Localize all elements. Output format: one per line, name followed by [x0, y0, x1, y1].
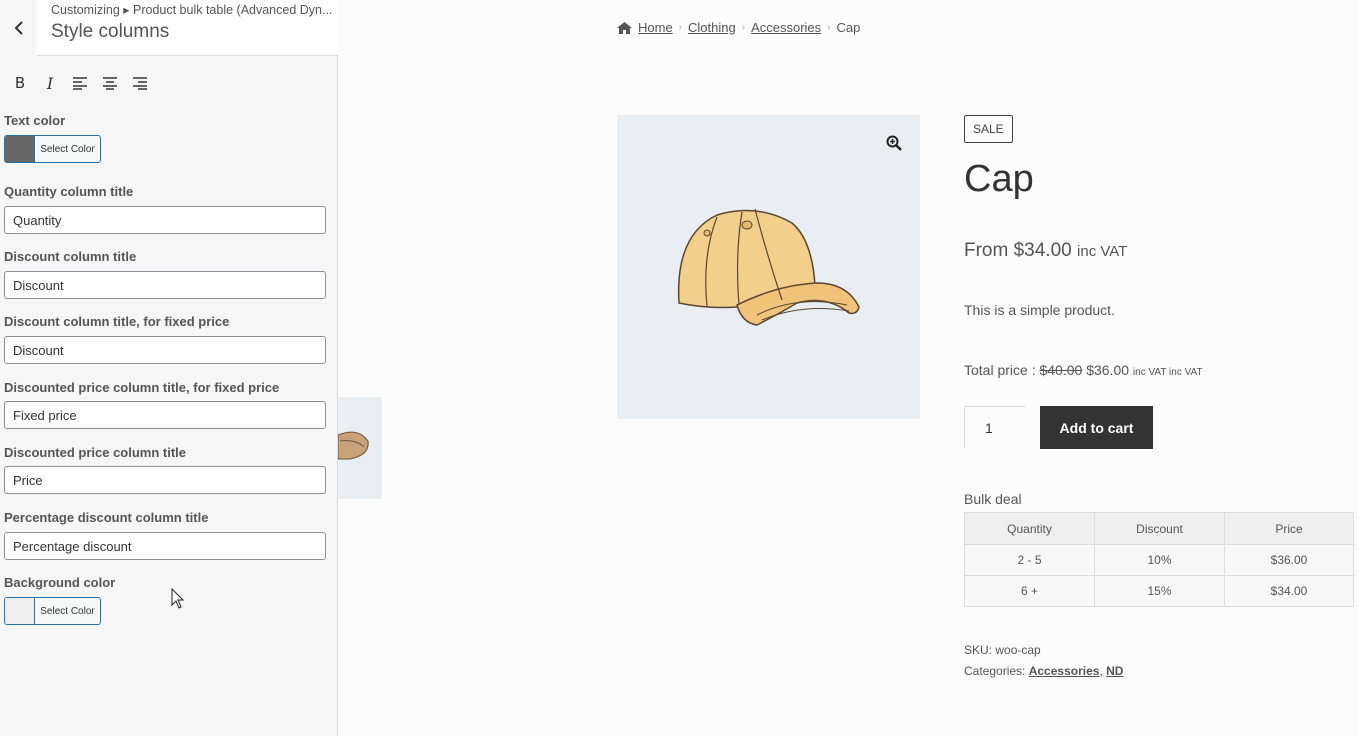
text-color-label: Text color	[4, 113, 66, 128]
sku-label: SKU:	[964, 643, 993, 657]
price-prefix: From	[964, 240, 1009, 261]
bold-icon: B	[14, 74, 26, 92]
bulk-cell-quantity: 2 - 5	[964, 544, 1095, 576]
table-row: 2 - 5 10% $36.00	[964, 544, 1354, 576]
discount-fixed-title-label: Discount column title, for fixed price	[4, 314, 230, 329]
bulk-cell-discount: 10%	[1094, 544, 1225, 576]
align-left-icon	[73, 77, 87, 90]
sidebar-header: Customizing ▸ Product bulk table (Advanc…	[0, 0, 338, 56]
align-center-icon	[103, 77, 117, 90]
bulk-table-header-row: Quantity Discount Price	[964, 512, 1354, 545]
back-button[interactable]	[0, 0, 38, 55]
bulk-cell-discount: 15%	[1094, 575, 1225, 607]
price-suffix: inc VAT	[1077, 243, 1128, 260]
discount-title-input[interactable]	[4, 271, 326, 299]
table-row: 6 + 15% $34.00	[964, 575, 1354, 607]
product-categories: Categories: Accessories, ND	[964, 664, 1124, 678]
breadcrumb-current: Cap	[836, 20, 861, 35]
discount-fixed-title-input[interactable]	[4, 336, 326, 364]
total-old-price: $40.00	[1039, 362, 1083, 378]
zoom-button[interactable]	[886, 135, 902, 156]
breadcrumb-home-link[interactable]: Home	[638, 20, 673, 35]
bulk-header-price: Price	[1224, 512, 1354, 545]
percentage-title-label: Percentage discount column title	[4, 510, 209, 525]
bulk-cell-quantity: 6 +	[964, 575, 1095, 607]
background-color-swatch	[5, 598, 35, 624]
bold-button[interactable]: B	[10, 72, 30, 94]
product-image[interactable]	[617, 115, 920, 419]
align-center-button[interactable]	[100, 72, 120, 94]
categories-label: Categories:	[964, 664, 1026, 678]
bulk-cell-price: $36.00	[1224, 544, 1354, 576]
cap-image	[677, 208, 860, 326]
total-suffix: inc VAT inc VAT	[1132, 367, 1203, 378]
gallery-thumbnail[interactable]	[338, 397, 382, 499]
quantity-input[interactable]	[964, 406, 1026, 448]
fixed-price-title-label: Discounted price column title, for fixed…	[4, 380, 280, 395]
total-label: Total price :	[964, 362, 1036, 378]
bulk-header-discount: Discount	[1094, 512, 1225, 545]
quantity-title-label: Quantity column title	[4, 184, 134, 199]
product-description: This is a simple product.	[964, 302, 1115, 318]
sidebar-title-area: Customizing ▸ Product bulk table (Advanc…	[37, 0, 338, 56]
quantity-title-input[interactable]	[4, 206, 326, 234]
text-color-swatch	[5, 136, 35, 162]
align-left-button[interactable]	[70, 72, 90, 94]
price-title-label: Discounted price column title	[4, 445, 187, 460]
bulk-deal-title: Bulk deal	[964, 491, 1022, 507]
price-title-input[interactable]	[4, 466, 326, 494]
product-sku: SKU: woo-cap	[964, 643, 1041, 657]
product-price: From $34.00 inc VAT	[964, 240, 1127, 262]
text-format-toolbar: B I	[10, 72, 150, 94]
background-color-button-label: Select Color	[40, 605, 95, 617]
breadcrumb-separator-icon: ›	[827, 22, 831, 33]
discount-title-label: Discount column title	[4, 249, 137, 264]
fixed-price-title-input[interactable]	[4, 401, 326, 429]
section-title: Style columns	[51, 21, 170, 42]
total-price: Total price : $40.00 $36.00 inc VAT inc …	[964, 362, 1203, 378]
breadcrumb-accessories-link[interactable]: Accessories	[751, 20, 821, 35]
bulk-cell-price: $34.00	[1224, 575, 1354, 607]
add-to-cart-button[interactable]: Add to cart	[1040, 406, 1153, 449]
bulk-header-quantity: Quantity	[964, 512, 1095, 545]
sale-badge: SALE	[964, 115, 1013, 143]
chevron-left-icon	[14, 20, 23, 35]
customizer-breadcrumb: Customizing ▸ Product bulk table (Advanc…	[51, 3, 333, 17]
cap-thumbnail-image	[338, 431, 369, 460]
breadcrumb: Home › Clothing › Accessories › Cap	[617, 20, 860, 35]
price-amount: $34.00	[1013, 240, 1072, 261]
italic-button[interactable]: I	[40, 72, 60, 94]
zoom-icon	[886, 135, 902, 151]
home-icon	[617, 21, 632, 34]
italic-icon: I	[46, 73, 54, 93]
breadcrumb-separator-icon: ›	[678, 22, 683, 33]
background-color-picker-button[interactable]: Select Color	[4, 597, 101, 625]
sku-value: woo-cap	[995, 643, 1041, 657]
category-accessories-link[interactable]: Accessories	[1029, 664, 1100, 678]
mouse-cursor-icon	[171, 588, 185, 609]
align-right-icon	[133, 77, 147, 90]
percentage-title-input[interactable]	[4, 532, 326, 560]
total-new-price: $36.00	[1086, 362, 1130, 378]
bulk-table: Quantity Discount Price 2 - 5 10% $36.00…	[964, 512, 1354, 607]
category-nd-link[interactable]: ND	[1106, 664, 1123, 678]
breadcrumb-separator-icon: ›	[741, 22, 746, 33]
background-color-label: Background color	[4, 575, 116, 590]
text-color-picker-button[interactable]: Select Color	[4, 135, 101, 163]
customizer-sidebar: Customizing ▸ Product bulk table (Advanc…	[0, 0, 338, 736]
align-right-button[interactable]	[130, 72, 150, 94]
breadcrumb-clothing-link[interactable]: Clothing	[688, 20, 736, 35]
product-title: Cap	[964, 158, 1034, 200]
text-color-button-label: Select Color	[40, 143, 95, 155]
